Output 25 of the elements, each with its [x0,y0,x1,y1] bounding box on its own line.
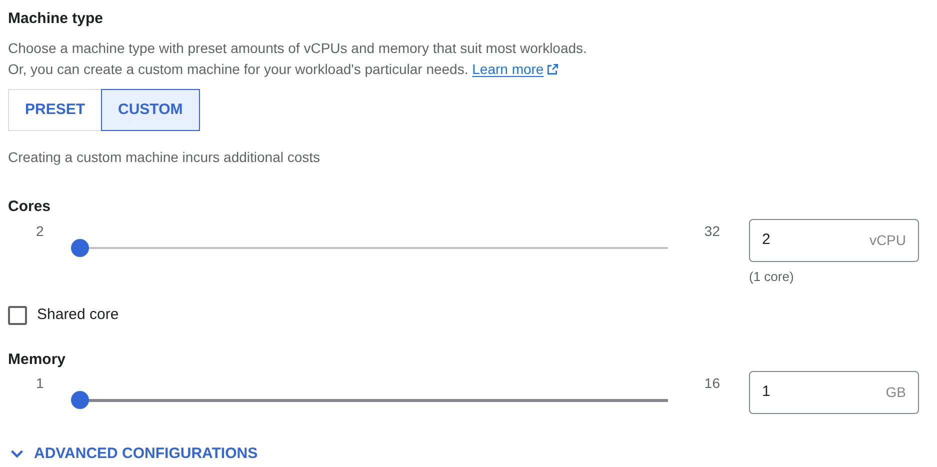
slider-max-label: 32 [704,222,720,238]
learn-more-link[interactable]: Learn more [472,59,559,80]
checkbox[interactable] [8,306,27,325]
external-link-icon [546,63,559,76]
memory-label: Memory [8,350,67,370]
cost-note: Creating a custom machine incurs additional costs [8,148,322,167]
field-value: 1 [762,382,770,402]
checkbox-label: Shared core [37,305,119,325]
advanced-toggle[interactable]: ADVANCED CONFIGURATIONS [8,443,258,466]
number-field[interactable]: 2 vCPU [749,218,919,262]
mode-tab[interactable]: PRESET [8,89,102,131]
cores-label: Cores [8,197,52,217]
field-value: 2 [762,230,770,250]
slider-min-label: 2 [36,222,44,238]
slider-thumb[interactable] [71,238,89,256]
number-field[interactable]: 1 GB [749,371,919,414]
mode-tab[interactable]: CUSTOM [101,89,200,131]
slider-min-label: 1 [36,375,44,391]
unit-label: GB [886,383,906,402]
helper-text: (1 core) [749,268,795,286]
section-title: Machine type [8,10,104,28]
slider-max-label: 16 [704,375,720,391]
unit-label: vCPU [869,230,906,250]
description: Choose a machine type with preset amounts of vCPUs and memory that suit most workloads. Or, you can create a custom machine for your workload's particular needs. Learn more [8,38,929,80]
slider-thumb[interactable] [71,391,89,409]
